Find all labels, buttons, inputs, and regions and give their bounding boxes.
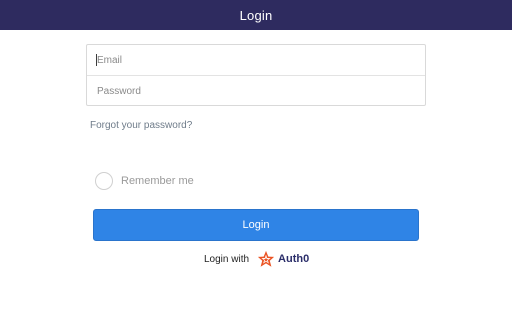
email-field[interactable]	[87, 45, 425, 75]
header-bar: Login	[0, 0, 512, 30]
login-with-auth0-button[interactable]: Login with Auth0	[204, 249, 309, 269]
text-cursor	[96, 54, 97, 66]
login-button[interactable]: Login	[93, 209, 419, 241]
remember-me-radio[interactable]	[95, 172, 113, 190]
password-field[interactable]	[87, 76, 425, 106]
credentials-field-group	[86, 44, 426, 106]
login-with-label: Login with	[204, 253, 250, 265]
auth0-wordmark: Auth0	[278, 253, 310, 265]
login-screen: Login Forgot your password? Remember me …	[0, 0, 512, 320]
remember-me-option[interactable]: Remember me	[95, 172, 194, 190]
remember-me-label: Remember me	[121, 175, 194, 187]
forgot-password-link[interactable]: Forgot your password?	[90, 120, 192, 131]
page-title: Login	[239, 7, 273, 23]
auth0-logo-icon	[257, 250, 275, 268]
